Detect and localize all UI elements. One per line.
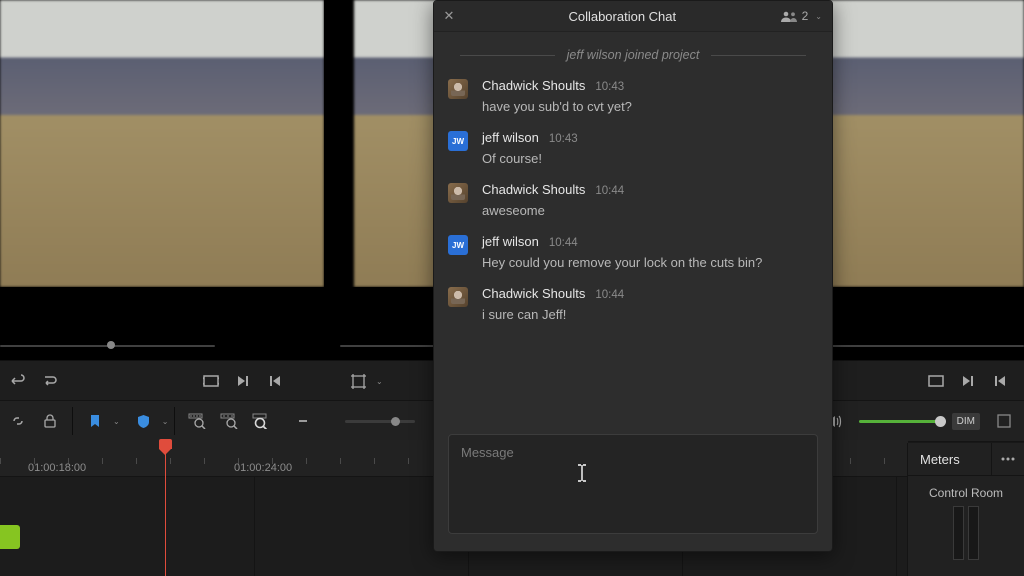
message-author: Chadwick Shoults [482,78,585,93]
match-frame-icon[interactable] [199,369,223,393]
avatar: JW [448,131,468,151]
message-time: 10:44 [595,185,624,197]
range-zoom-out-icon[interactable] [217,409,241,433]
bookmark-icon[interactable] [83,409,107,433]
prev-clip-right-icon[interactable] [988,369,1012,393]
chat-header: ✕ Collaboration Chat 2 ⌄ [434,1,832,32]
meter-bars [908,506,1024,560]
source-scrub-thumb[interactable] [107,341,115,349]
meters-panel: Meters Control Room [907,443,1024,576]
chat-title: Collaboration Chat [464,9,781,24]
match-frame-right-icon[interactable] [924,369,948,393]
avatar [448,79,468,99]
message-text: aweseome [482,203,624,218]
message-author: Chadwick Shoults [482,182,585,197]
loop-icon[interactable] [38,369,62,393]
close-icon[interactable]: ✕ [434,8,464,24]
message-author: Chadwick Shoults [482,286,585,301]
volume-slider-track[interactable] [859,420,944,423]
chat-message: JW jeff wilson 10:43 Of course! [448,130,818,166]
chat-body: jeff wilson joined project Chadwick Shou… [434,32,832,420]
control-room-label: Control Room [908,476,1024,506]
mute-box-icon[interactable] [992,409,1016,433]
timecode-label: 01:00:24:00 [234,462,292,474]
green-marker[interactable] [0,525,20,549]
lock-icon[interactable] [38,409,62,433]
dim-button[interactable]: DIM [952,413,980,430]
join-notice: jeff wilson joined project [448,48,818,62]
track-divider [254,476,255,576]
chevron-down-icon[interactable]: ⌄ [376,377,383,386]
message-time: 10:43 [549,133,578,145]
next-clip-right-icon[interactable] [956,369,980,393]
message-time: 10:44 [595,289,624,301]
separator [72,407,73,435]
more-options-icon[interactable] [991,443,1024,475]
volume-slider-thumb[interactable] [935,416,946,427]
chevron-down-icon: ⌄ [815,12,822,21]
zoom-out-minus-icon[interactable] [291,409,315,433]
crop-tool-icon[interactable] [346,369,370,393]
zoom-slider-thumb[interactable] [391,417,400,426]
message-text: i sure can Jeff! [482,307,624,322]
timecode-label: 01:00:18:00 [28,462,86,474]
avatar: JW [448,235,468,255]
next-clip-icon[interactable] [231,369,255,393]
custom-zoom-icon[interactable] [249,409,273,433]
avatar [448,287,468,307]
track-divider [896,476,897,576]
participants-count: 2 [802,9,809,23]
chat-message: Chadwick Shoults 10:44 i sure can Jeff! [448,286,818,322]
collaboration-chat-panel: ✕ Collaboration Chat 2 ⌄ jeff wilson joi… [433,0,833,552]
message-input[interactable] [448,434,818,534]
meters-title: Meters [908,452,991,467]
message-author: jeff wilson [482,234,539,249]
chevron-down-icon[interactable]: ⌄ [162,417,169,426]
playhead[interactable] [165,440,166,576]
message-time: 10:44 [549,237,578,249]
range-zoom-in-icon[interactable] [185,409,209,433]
message-text: have you sub'd to cvt yet? [482,99,632,114]
chat-message: JW jeff wilson 10:44 Hey could you remove y… [448,234,818,270]
message-time: 10:43 [595,81,624,93]
shield-icon[interactable] [132,409,156,433]
loop-back-icon[interactable] [6,369,30,393]
message-text: Hey could you remove your lock on the cu… [482,255,762,270]
chat-message: Chadwick Shoults 10:43 have you sub'd to c… [448,78,818,114]
message-text: Of course! [482,151,578,166]
source-viewer[interactable] [0,0,324,287]
avatar [448,183,468,203]
prev-clip-icon[interactable] [263,369,287,393]
chat-message: Chadwick Shoults 10:44 aweseome [448,182,818,218]
separator [174,407,175,435]
chevron-down-icon[interactable]: ⌄ [113,417,120,426]
participants-button[interactable]: 2 ⌄ [781,9,832,23]
people-icon [781,11,797,22]
zoom-slider-track[interactable] [345,420,415,423]
link-icon[interactable] [6,409,30,433]
message-author: jeff wilson [482,130,539,145]
